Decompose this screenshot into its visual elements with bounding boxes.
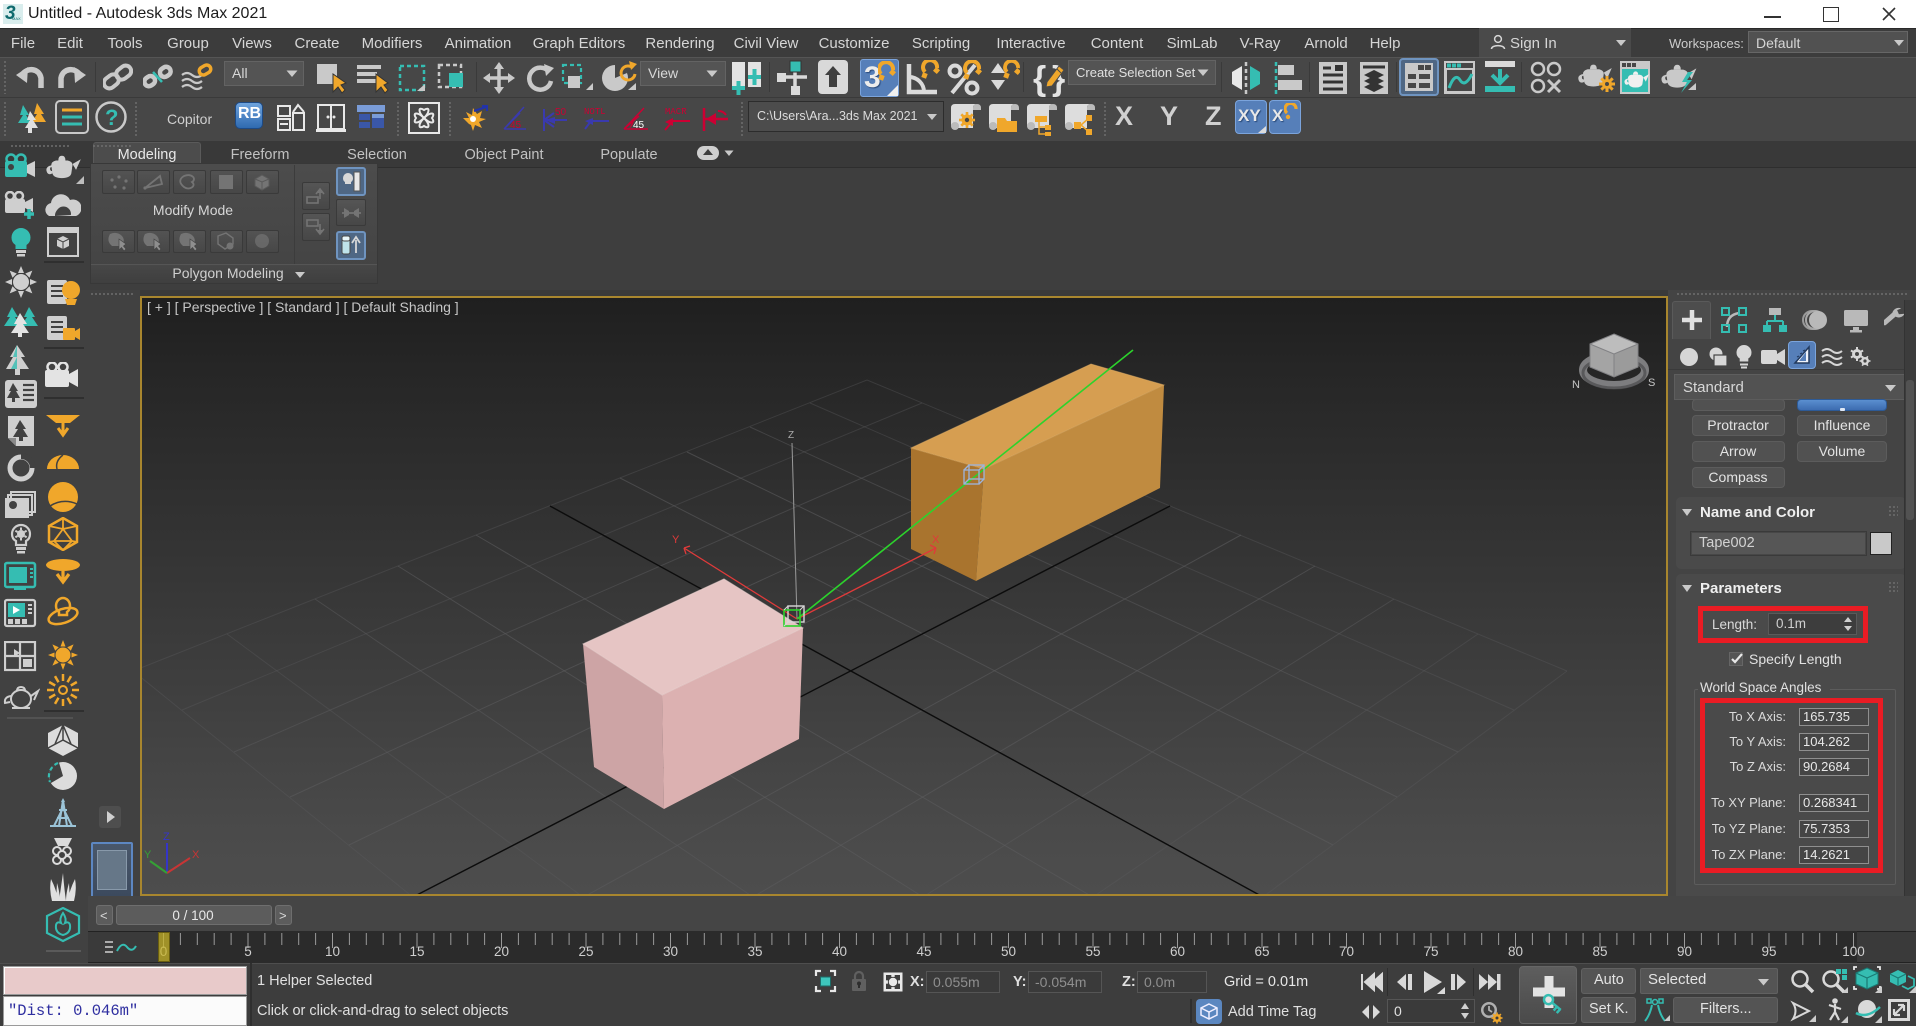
svg-text:MACR: MACR xyxy=(665,107,687,117)
svg-text:Y: Y xyxy=(144,849,152,861)
svg-text:50: 50 xyxy=(555,107,567,118)
svg-text:NOTL: NOTL xyxy=(584,107,606,117)
svg-text:45: 45 xyxy=(633,120,645,131)
svg-text:?: ? xyxy=(105,105,118,130)
svg-text:X: X xyxy=(192,849,200,861)
svg-text:N: N xyxy=(1572,379,1580,391)
svg-text:Y: Y xyxy=(672,534,680,546)
svg-text:Z: Z xyxy=(163,831,170,843)
svg-text:X: X xyxy=(932,534,940,546)
svg-text:Z: Z xyxy=(788,430,794,441)
svg-text:S: S xyxy=(1648,377,1655,389)
svg-text:{: { xyxy=(1033,60,1046,98)
svg-text:45: 45 xyxy=(510,120,522,131)
